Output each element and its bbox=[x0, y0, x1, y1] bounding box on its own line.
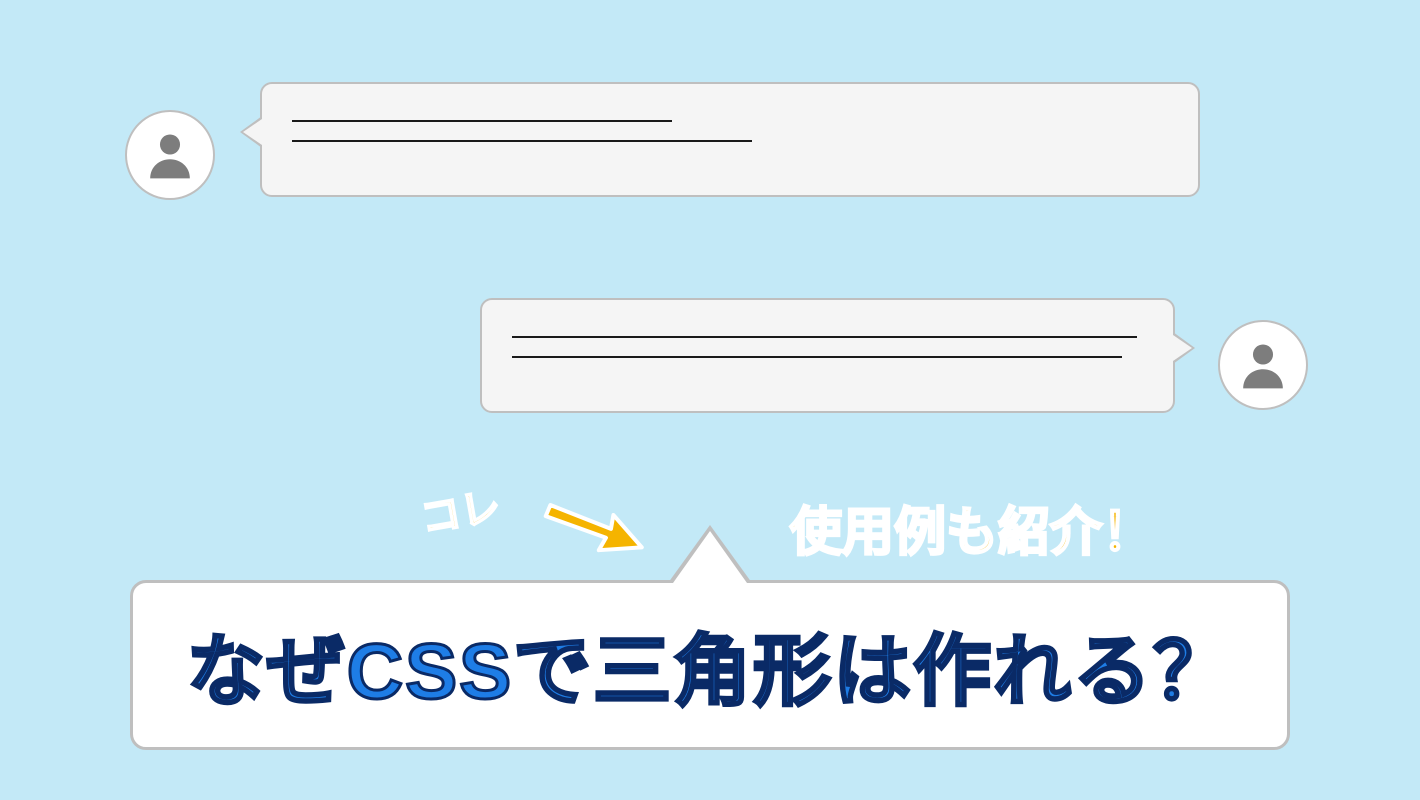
title-callout: なぜCSSで三角形は作れる？ bbox=[130, 580, 1290, 750]
placeholder-line bbox=[512, 336, 1137, 338]
speech-bubble-left bbox=[260, 82, 1200, 197]
placeholder-line bbox=[292, 140, 752, 142]
main-title: なぜCSSで三角形は作れる？ bbox=[187, 609, 1233, 721]
triangle-tail-icon bbox=[1173, 332, 1195, 364]
triangle-tail-icon bbox=[240, 116, 262, 148]
person-icon bbox=[1235, 337, 1291, 393]
person-icon bbox=[142, 127, 198, 183]
annotation-example-intro: 使用例も紹介！ bbox=[790, 490, 1154, 565]
arrow-icon bbox=[534, 486, 656, 572]
avatar-right bbox=[1218, 320, 1308, 410]
placeholder-line bbox=[512, 356, 1122, 358]
avatar-left bbox=[125, 110, 215, 200]
triangle-tail-icon bbox=[668, 525, 752, 583]
speech-bubble-right bbox=[480, 298, 1175, 413]
placeholder-line bbox=[292, 120, 672, 122]
annotation-kore: コレ bbox=[416, 473, 505, 544]
